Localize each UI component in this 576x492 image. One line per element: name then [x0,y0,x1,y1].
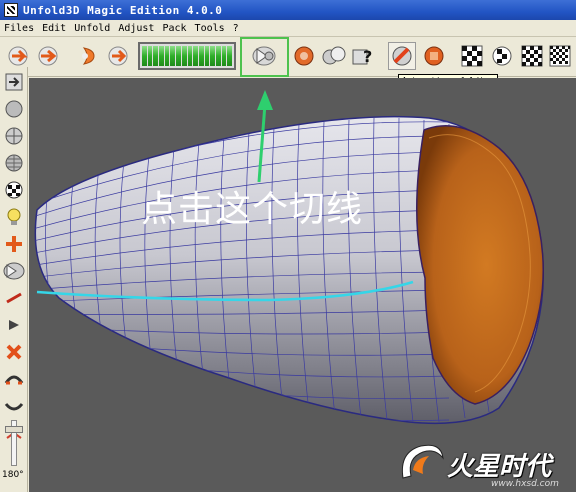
3d-viewport[interactable]: 点击这个切线 火星时代 www.hxsd.com [29,78,576,492]
fold-icon[interactable] [2,368,26,390]
menu-pack[interactable]: Pack [158,23,190,34]
checker-a-icon[interactable] [458,42,486,70]
automatic-unfolding-button[interactable] [388,42,416,70]
open-icon[interactable] [4,42,32,70]
menu-help[interactable]: ? [229,23,243,34]
unfold-arc-icon[interactable] [2,395,26,417]
watermark-url: www.hxsd.com [491,479,559,489]
watermark: 火星时代 www.hxsd.com [395,438,576,492]
globe-icon[interactable] [2,125,26,147]
mesh-render [34,90,544,425]
angle-slider-thumb[interactable] [5,426,23,433]
angle-label: 180° [2,470,24,480]
stop-icon[interactable] [420,42,448,70]
watermark-logo-text: 火星时代 [447,452,552,482]
title-bar: Unfold3D Magic Edition 4.0.0 [0,0,576,20]
import-icon[interactable] [2,71,26,93]
transform-icon[interactable] [2,233,26,255]
pointer-icon[interactable] [2,314,26,336]
globe-grid-icon[interactable] [2,152,26,174]
light-bulb-icon[interactable] [2,206,26,228]
menu-bar: Files Edit Unfold Adjust Pack Tools ? [0,20,576,37]
save-icon[interactable] [34,42,62,70]
sphere-icon[interactable] [2,98,26,120]
forward-icon[interactable] [104,42,132,70]
checker-b-icon[interactable] [488,42,516,70]
help-query-icon[interactable]: ? [350,42,378,70]
select-icon[interactable] [320,42,348,70]
unfold-step-icon[interactable] [74,42,102,70]
watermark-logo-icon [401,444,444,479]
weld-icon[interactable] [290,42,318,70]
app-icon [4,3,18,17]
cut-line-icon[interactable] [2,260,26,282]
checker-d-icon[interactable] [546,42,574,70]
progress-bar [138,42,236,70]
menu-edit[interactable]: Edit [38,23,70,34]
svg-text:?: ? [363,47,372,66]
delete-icon[interactable] [2,341,26,363]
menu-unfold[interactable]: Unfold [70,23,114,34]
cut-edges-highlight [240,37,289,77]
checker-c-icon[interactable] [518,42,546,70]
window-title: Unfold3D Magic Edition 4.0.0 [23,3,223,17]
checker-sphere-icon[interactable] [2,179,26,201]
pen-line-icon[interactable] [2,287,26,309]
menu-files[interactable]: Files [0,23,38,34]
menu-adjust[interactable]: Adjust [114,23,158,34]
annotation-text: 点击这个切线 [141,189,364,230]
automatic-unfolding-icon [392,46,412,66]
menu-tools[interactable]: Tools [191,23,229,34]
